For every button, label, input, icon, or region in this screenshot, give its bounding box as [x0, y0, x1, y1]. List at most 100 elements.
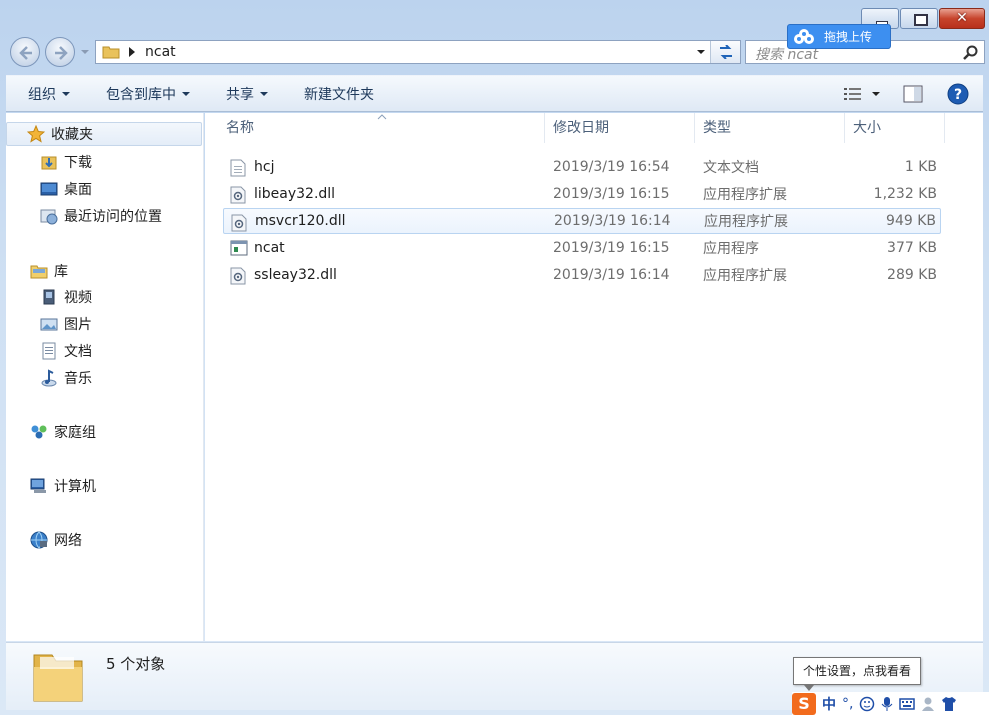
file-type: 应用程序扩展	[704, 214, 788, 230]
ime-punctuation-toggle[interactable]: °,	[842, 696, 853, 712]
sogou-logo-icon[interactable]: S	[792, 692, 816, 715]
nav-favorites[interactable]: 收藏夹	[6, 122, 202, 146]
share-menu[interactable]: 共享	[226, 84, 268, 104]
file-row-selected[interactable]: msvcr120.dll 2019/3/19 16:14 应用程序扩展 949 …	[223, 208, 941, 234]
new-folder-button[interactable]: 新建文件夹	[304, 84, 374, 104]
file-type: 应用程序扩展	[703, 187, 787, 203]
forward-button[interactable]	[45, 37, 75, 67]
nav-videos[interactable]: 视频	[40, 285, 92, 309]
nav-network-label: 网络	[54, 533, 82, 549]
column-header-type[interactable]: 类型	[695, 113, 845, 143]
file-date: 2019/3/19 16:54	[553, 159, 670, 175]
microphone-icon[interactable]	[881, 696, 893, 712]
breadcrumb-current[interactable]: ncat	[145, 44, 176, 60]
ime-language-toggle[interactable]: 中	[822, 694, 836, 714]
cloud-upload-widget[interactable]: 拖拽上传	[787, 24, 891, 49]
nav-libraries[interactable]: 库	[30, 259, 68, 283]
recent-pages-dropdown-icon[interactable]	[80, 47, 90, 57]
file-name: msvcr120.dll	[255, 213, 346, 229]
nav-network[interactable]: 网络	[30, 528, 82, 552]
file-type: 文本文档	[703, 160, 759, 176]
maximize-button[interactable]	[900, 8, 938, 29]
forward-arrow-icon	[55, 46, 68, 60]
network-icon	[30, 531, 48, 549]
include-in-library-dropdown-icon	[182, 91, 190, 96]
help-icon[interactable]: ?	[947, 83, 969, 105]
skin-shirt-icon[interactable]	[941, 696, 957, 712]
svg-text:?: ?	[954, 87, 962, 103]
nav-pictures[interactable]: 图片	[40, 312, 92, 336]
organize-menu[interactable]: 组织	[28, 84, 70, 104]
search-icon[interactable]	[962, 45, 978, 61]
nav-favorites-label: 收藏夹	[51, 127, 93, 143]
file-row[interactable]: hcj 2019/3/19 16:54 文本文档 1 KB	[223, 154, 941, 180]
text-file-icon	[230, 159, 246, 177]
user-icon[interactable]	[921, 696, 935, 712]
exe-file-icon	[230, 240, 248, 256]
refresh-button[interactable]	[710, 41, 740, 63]
nav-recent-places[interactable]: 最近访问的位置	[40, 204, 162, 228]
ime-tooltip: 个性设置，点我看看	[793, 657, 921, 691]
nav-documents-label: 文档	[64, 344, 92, 360]
file-date: 2019/3/19 16:14	[554, 213, 671, 229]
back-button[interactable]	[10, 37, 40, 67]
preview-pane-icon[interactable]	[903, 85, 923, 103]
keyboard-icon[interactable]	[899, 697, 916, 711]
close-button[interactable]: ✕	[939, 8, 985, 29]
organize-dropdown-icon	[62, 91, 70, 96]
nav-libraries-label: 库	[54, 264, 68, 280]
emoji-icon[interactable]	[859, 696, 875, 712]
file-size: 949 KB	[886, 213, 936, 229]
item-count: 5 个对象	[106, 655, 166, 673]
nav-desktop-label: 桌面	[64, 182, 92, 198]
folder-icon	[102, 46, 120, 59]
nav-downloads[interactable]: 下载	[40, 150, 92, 174]
column-header-name[interactable]: 名称	[218, 113, 545, 143]
address-bar[interactable]: ncat	[95, 40, 741, 64]
file-type: 应用程序	[703, 241, 759, 257]
music-icon	[41, 369, 57, 387]
nav-computer[interactable]: 计算机	[30, 474, 96, 498]
downloads-folder-icon	[41, 156, 57, 170]
file-row[interactable]: libeay32.dll 2019/3/19 16:15 应用程序扩展 1,23…	[223, 181, 941, 207]
nav-music-label: 音乐	[64, 371, 92, 387]
nav-homegroup-label: 家庭组	[54, 425, 96, 441]
file-row[interactable]: ncat 2019/3/19 16:15 应用程序 377 KB	[223, 235, 941, 261]
file-name: hcj	[254, 159, 275, 175]
videos-icon	[43, 289, 55, 305]
new-folder-label: 新建文件夹	[304, 86, 374, 103]
recent-places-icon	[40, 209, 58, 225]
organize-label: 组织	[28, 86, 56, 103]
file-size: 377 KB	[887, 240, 937, 256]
share-dropdown-icon	[260, 91, 268, 96]
breadcrumb-arrow-icon[interactable]	[129, 47, 135, 57]
cloud-upload-label: 拖拽上传	[824, 30, 873, 44]
nav-pictures-label: 图片	[64, 317, 92, 333]
cloud-icon	[794, 28, 814, 44]
include-in-library-label: 包含到库中	[106, 86, 176, 103]
file-row[interactable]: ssleay32.dll 2019/3/19 16:14 应用程序扩展 289 …	[223, 262, 941, 288]
nav-homegroup[interactable]: 家庭组	[30, 420, 96, 444]
nav-documents[interactable]: 文档	[40, 339, 92, 363]
nav-music[interactable]: 音乐	[40, 366, 92, 390]
nav-downloads-label: 下载	[64, 155, 92, 171]
file-list-pane: 名称 修改日期 类型 大小 hcj 2019/3/19 16:54 文本文档 1…	[205, 113, 983, 641]
refresh-icon	[720, 45, 732, 59]
file-name: ncat	[254, 240, 285, 256]
nav-desktop[interactable]: 桌面	[40, 177, 92, 201]
include-in-library-menu[interactable]: 包含到库中	[106, 84, 190, 104]
view-controls: ?	[843, 76, 983, 111]
address-history-dropdown-icon[interactable]	[696, 48, 706, 56]
file-date: 2019/3/19 16:14	[553, 267, 670, 283]
view-dropdown-icon[interactable]	[871, 90, 881, 98]
column-header-date[interactable]: 修改日期	[545, 113, 695, 143]
view-options-icon[interactable]	[843, 86, 863, 102]
dll-file-icon	[231, 214, 247, 232]
star-icon	[27, 125, 45, 143]
command-bar: 组织 包含到库中 共享 新建文件夹 ?	[6, 75, 983, 112]
file-name: libeay32.dll	[254, 186, 336, 202]
back-arrow-icon	[19, 46, 32, 60]
desktop-icon	[40, 182, 58, 196]
file-size: 289 KB	[887, 267, 937, 283]
column-header-size[interactable]: 大小	[845, 113, 945, 143]
